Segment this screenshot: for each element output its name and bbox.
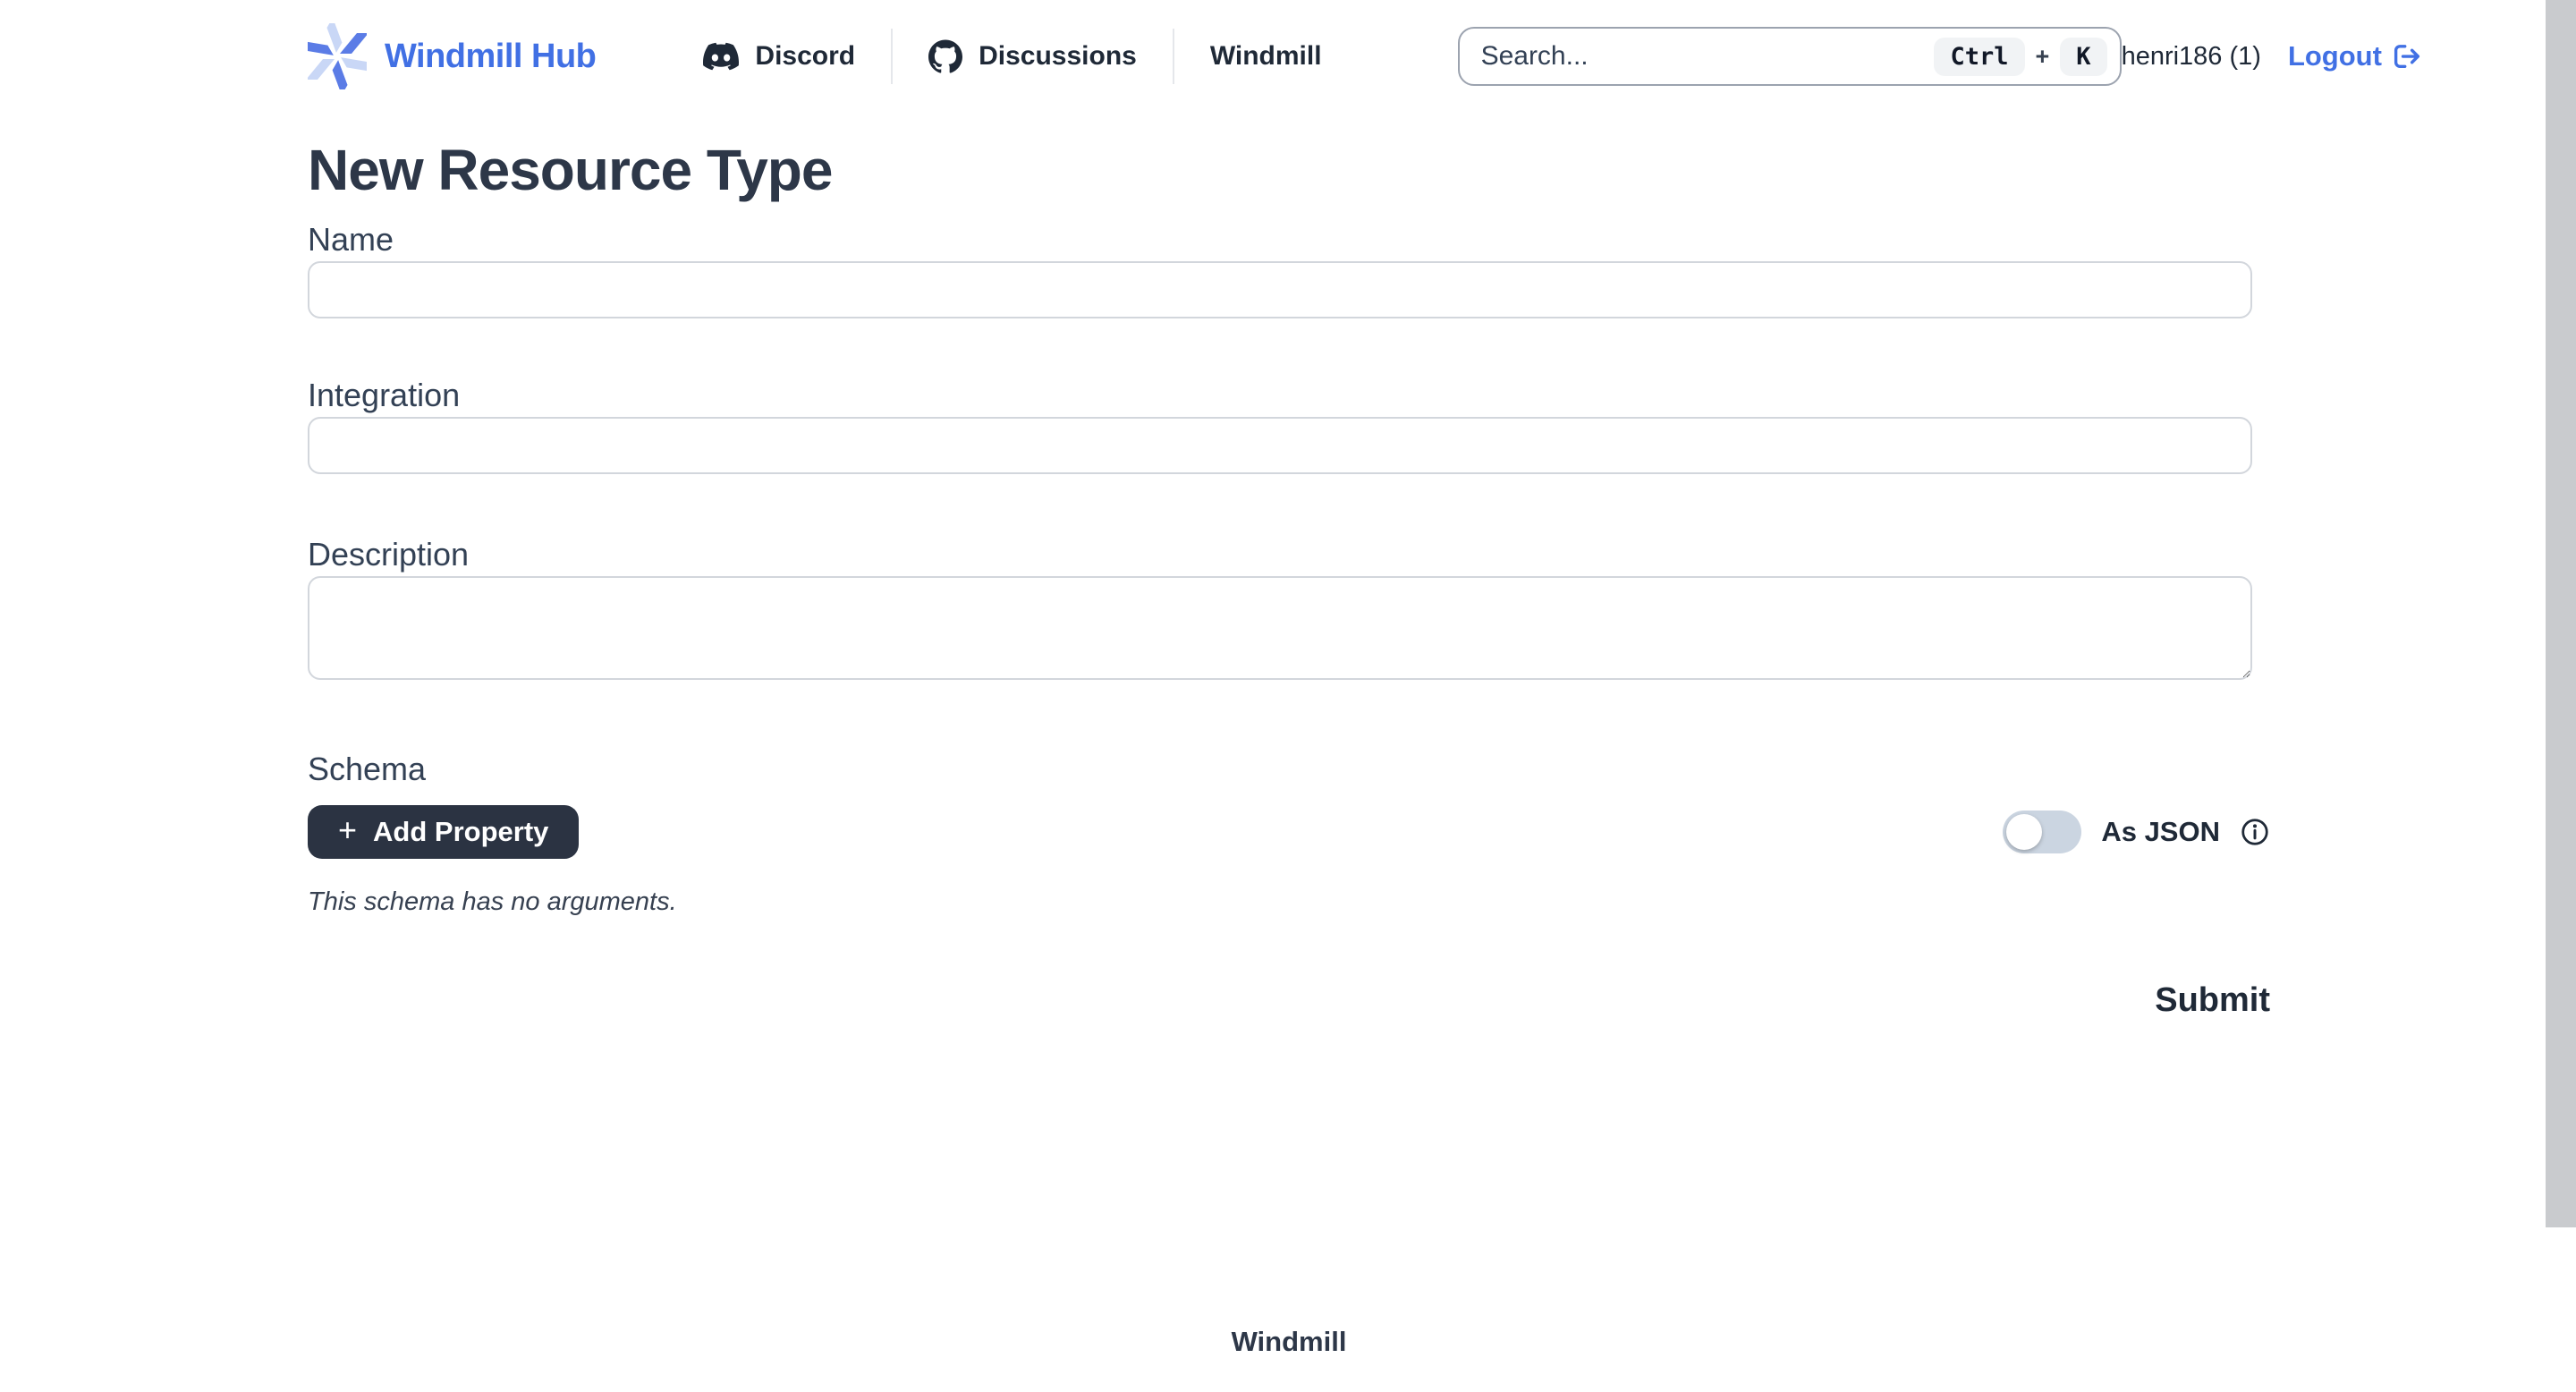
nav-label-discord: Discord bbox=[755, 41, 855, 72]
as-json-toggle[interactable] bbox=[2003, 811, 2081, 853]
nav-item-discussions[interactable]: Discussions bbox=[893, 39, 1173, 73]
discord-icon bbox=[703, 38, 739, 74]
logout-icon bbox=[2391, 40, 2423, 72]
footer: Windmill bbox=[308, 1326, 2270, 1358]
integration-input[interactable] bbox=[308, 417, 2252, 474]
windmill-logo-icon bbox=[308, 23, 367, 89]
schema-toolbar: + Add Property As JSON bbox=[308, 805, 2270, 859]
kbd-plus-separator: + bbox=[2036, 43, 2050, 71]
brand-link[interactable]: Windmill Hub bbox=[308, 23, 596, 89]
search-input[interactable] bbox=[1481, 41, 1924, 72]
toggle-knob bbox=[2006, 814, 2042, 850]
nav-label-windmill: Windmill bbox=[1210, 41, 1322, 72]
description-textarea[interactable] bbox=[308, 576, 2252, 680]
user-area: henri186 (1) Logout bbox=[2122, 40, 2423, 72]
name-input[interactable] bbox=[308, 261, 2252, 318]
description-label: Description bbox=[308, 535, 2270, 574]
logout-link[interactable]: Logout bbox=[2288, 40, 2423, 72]
add-property-button[interactable]: + Add Property bbox=[308, 805, 579, 859]
header: Windmill Hub Discord Discussions Windmil… bbox=[0, 0, 2576, 113]
username: henri186 (1) bbox=[2122, 42, 2261, 72]
page-title: New Resource Type bbox=[308, 136, 2270, 204]
kbd-ctrl-badge: Ctrl bbox=[1934, 38, 2024, 76]
plus-icon: + bbox=[338, 814, 357, 846]
vertical-scrollbar bbox=[2546, 0, 2576, 1392]
add-property-label: Add Property bbox=[373, 816, 548, 848]
search-box: Ctrl + K bbox=[1458, 27, 2122, 86]
submit-row: Submit bbox=[308, 981, 2270, 1020]
page: Windmill Hub Discord Discussions Windmil… bbox=[0, 0, 2576, 1392]
brand-name: Windmill Hub bbox=[385, 38, 596, 76]
main-nav: Discord Discussions Windmill bbox=[703, 0, 1357, 113]
integration-label: Integration bbox=[308, 376, 2270, 415]
kbd-k-badge: K bbox=[2060, 38, 2106, 76]
as-json-label: As JSON bbox=[2101, 816, 2220, 848]
schema-label: Schema bbox=[308, 750, 2270, 789]
as-json-control: As JSON bbox=[2003, 811, 2270, 853]
main-content: New Resource Type Name Integration Descr… bbox=[308, 136, 2270, 1358]
name-label: Name bbox=[308, 220, 2270, 259]
info-icon[interactable] bbox=[2240, 817, 2270, 847]
scrollbar-thumb[interactable] bbox=[2546, 0, 2576, 1227]
nav-item-discord[interactable]: Discord bbox=[703, 38, 891, 74]
nav-label-discussions: Discussions bbox=[979, 41, 1137, 72]
submit-button[interactable]: Submit bbox=[2155, 981, 2270, 1020]
logout-label: Logout bbox=[2288, 40, 2382, 72]
nav-item-windmill[interactable]: Windmill bbox=[1174, 41, 1358, 72]
github-icon bbox=[928, 39, 962, 73]
schema-empty-note: This schema has no arguments. bbox=[308, 887, 2270, 917]
footer-brand-link[interactable]: Windmill bbox=[1232, 1326, 1347, 1358]
